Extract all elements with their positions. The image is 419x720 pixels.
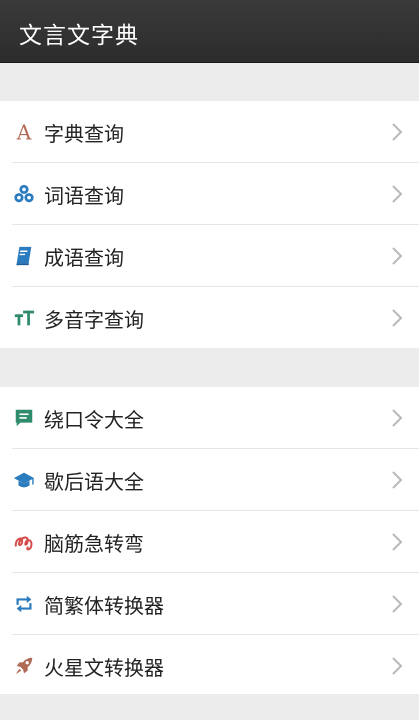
- menu-item-martian-converter[interactable]: 火星文转换器: [0, 635, 419, 697]
- chevron-right-icon: [391, 184, 403, 204]
- chevron-right-icon: [391, 656, 403, 676]
- chevron-right-icon: [391, 594, 403, 614]
- retweet-icon: [11, 591, 37, 617]
- text-height-icon: [11, 305, 37, 331]
- menu-item-dictionary[interactable]: A 字典查询: [0, 101, 419, 163]
- chevron-right-icon: [391, 308, 403, 328]
- menu-item-idioms[interactable]: 成语查询: [0, 225, 419, 287]
- chevron-right-icon: [391, 532, 403, 552]
- menu-item-label: 简繁体转换器: [44, 593, 164, 618]
- menu-item-tongue-twisters[interactable]: 绕口令大全: [0, 387, 419, 449]
- menu-item-label: 火星文转换器: [44, 655, 164, 680]
- rocket-icon: [11, 653, 37, 679]
- chevron-right-icon: [391, 470, 403, 490]
- menu-item-label: 词语查询: [44, 183, 124, 208]
- menu-item-label: 多音字查询: [44, 307, 144, 332]
- menu-item-label: 字典查询: [44, 121, 124, 146]
- menu-item-xiehouyu[interactable]: 歇后语大全: [0, 449, 419, 511]
- app-bar: 文言文字典: [0, 0, 419, 63]
- menu-item-polyphones[interactable]: 多音字查询: [0, 287, 419, 349]
- menu-item-riddles[interactable]: 脑筋急转弯: [0, 511, 419, 573]
- letter-a-icon: A: [11, 119, 37, 145]
- cubes-icon: [11, 181, 37, 207]
- app-title: 文言文字典: [19, 23, 139, 49]
- chevron-right-icon: [391, 122, 403, 142]
- svg-text:A: A: [16, 121, 32, 143]
- menu-group-fun: 绕口令大全 歇后语大全 脑筋急转弯 简繁体转换器 火星文转换器: [0, 387, 419, 694]
- menu-item-simp-trad-converter[interactable]: 简繁体转换器: [0, 573, 419, 635]
- menu-item-label: 歇后语大全: [44, 469, 144, 494]
- squiggle-icon: [11, 529, 37, 555]
- menu-item-label: 脑筋急转弯: [44, 531, 144, 556]
- menu-item-label: 绕口令大全: [44, 407, 144, 432]
- menu-item-words[interactable]: 词语查询: [0, 163, 419, 225]
- menu-item-label: 成语查询: [44, 245, 124, 270]
- book-icon: [11, 243, 37, 269]
- comment-icon: [11, 405, 37, 431]
- chevron-right-icon: [391, 408, 403, 428]
- chevron-right-icon: [391, 246, 403, 266]
- menu-group-lookup: A 字典查询 词语查询 成语查询 多音字查询: [0, 101, 419, 348]
- graduation-cap-icon: [11, 467, 37, 493]
